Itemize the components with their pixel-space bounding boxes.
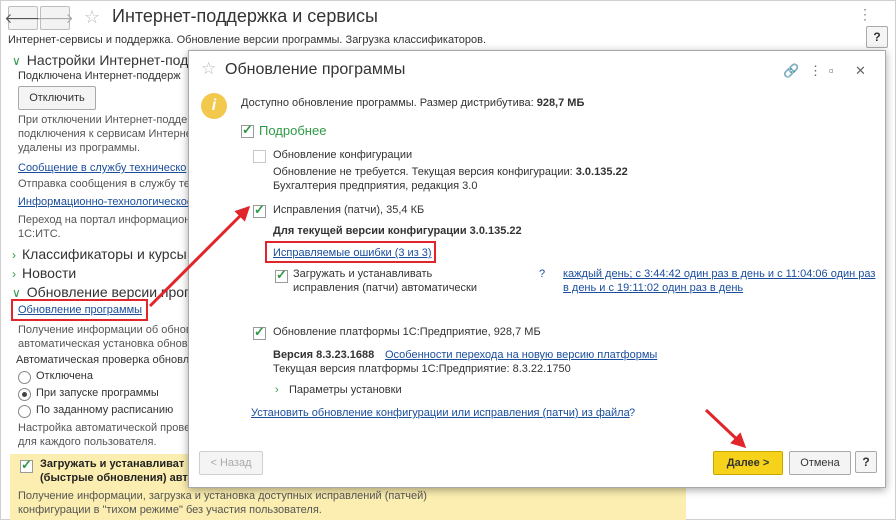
annotation-arrows bbox=[148, 205, 747, 449]
arrow-to-next bbox=[704, 408, 747, 449]
arrow-to-patches bbox=[148, 205, 251, 308]
